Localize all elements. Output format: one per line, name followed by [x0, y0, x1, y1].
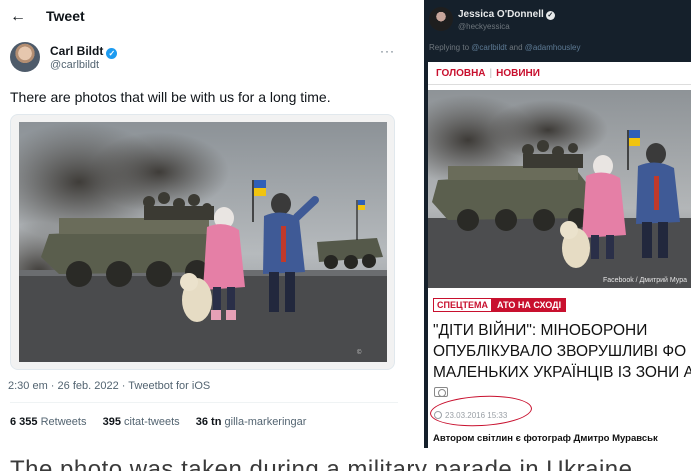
retweets-label: Retweets [40, 416, 87, 428]
replying-to: Replying to @carlbildt and @adamhousley [429, 43, 581, 52]
likes-count: 36 tn [195, 416, 222, 428]
author-name[interactable]: Carl Bildt [50, 44, 103, 58]
verified-badge-icon: ✓ [106, 48, 118, 59]
retweets-stat[interactable]: 6 355 Retweets [10, 416, 86, 428]
reply-author-name[interactable]: Jessica O'Donnell [458, 9, 544, 20]
tweet-date[interactable]: 26 feb. 2022 [58, 380, 119, 392]
red-circle-annotation [429, 393, 533, 429]
reply-author-handle[interactable]: @heckyessica [458, 22, 510, 31]
tweet-meta: 2:30 em · 26 feb. 2022 · Tweetbot for iO… [8, 380, 211, 392]
article-photo-image [428, 90, 691, 288]
camera-icon [434, 387, 448, 397]
tweet-text: There are photos that will be with us fo… [10, 89, 331, 105]
nav-news[interactable]: НОВИНИ [492, 68, 544, 79]
author-name-row[interactable]: Carl Bildt ✓ [50, 44, 118, 59]
reply-avatar[interactable] [429, 7, 453, 31]
header-title: Tweet [46, 8, 85, 24]
article-headline[interactable]: "ДІТИ ВІЙНИ": МІНОБОРОНИ ОПУБЛІКУВАЛО ЗВ… [433, 320, 691, 383]
svg-text:©: © [357, 349, 362, 356]
more-options-icon[interactable]: ··· [380, 44, 395, 58]
tweet-panel: ← Tweet Carl Bildt ✓ @carlbildt ··· There… [0, 0, 410, 448]
bottom-caption-text: The photo was taken during a military pa… [10, 456, 633, 471]
tweet-photo[interactable]: © [10, 114, 395, 370]
quotes-count: 395 [102, 416, 121, 428]
article-screenshot[interactable]: ГОЛОВНА | НОВИНИ Facebook / Дмитрий Мура… [428, 62, 691, 448]
nav-divider [428, 84, 691, 85]
likes-stat[interactable]: 36 tn gilla-markeringar [196, 416, 307, 428]
tag-special-topic[interactable]: СПЕЦТЕМА [433, 298, 493, 312]
verified-badge-icon: ✓ [545, 11, 555, 20]
author-handle[interactable]: @carlbildt [50, 59, 99, 71]
tweet-time[interactable]: 2:30 em [8, 380, 48, 392]
tweet-header: ← Tweet [0, 0, 410, 34]
tweet-photo-image: © [19, 122, 387, 362]
tag-ato[interactable]: АТО НА СХОДІ [492, 298, 567, 312]
headline-line: МАЛЕНЬКИХ УКРАЇНЦІВ ІЗ ЗОНИ А [433, 364, 691, 381]
mention-link[interactable]: @carlbildt [471, 43, 507, 52]
reply-author-row[interactable]: Jessica O'Donnell ✓ [458, 9, 555, 20]
mention-link[interactable]: @adamhousley [525, 43, 581, 52]
nav-home[interactable]: ГОЛОВНА [432, 68, 490, 79]
bottom-caption: The photo was taken during a military pa… [0, 449, 691, 471]
photo-credit: Facebook / Дмитрий Мура [602, 277, 687, 284]
article-author-line: Автором світлин є фотограф Дмитро Муравс… [433, 433, 658, 444]
likes-label: gilla-markeringar [224, 416, 307, 428]
quotes-label: citat-tweets [124, 416, 180, 428]
article-nav: ГОЛОВНА | НОВИНИ [432, 68, 544, 79]
quotes-stat[interactable]: 395 citat-tweets [103, 416, 180, 428]
tweet-stats: 6 355 Retweets 395 citat-tweets 36 tn gi… [10, 416, 306, 428]
headline-line: ОПУБЛІКУВАЛО ЗВОРУШЛИВІ ФО [433, 343, 687, 360]
replying-to-and: and [509, 43, 523, 52]
headline-line: "ДІТИ ВІЙНИ": МІНОБОРОНИ [433, 322, 648, 339]
article-photo: Facebook / Дмитрий Мура [428, 90, 691, 288]
retweets-count: 6 355 [10, 416, 38, 428]
reply-panel: Jessica O'Donnell ✓ @heckyessica Replying… [424, 0, 691, 448]
divider [10, 402, 398, 403]
back-arrow-icon[interactable]: ← [10, 8, 26, 26]
replying-to-prefix: Replying to [429, 43, 470, 52]
tweet-source[interactable]: Tweetbot for iOS [128, 380, 210, 392]
article-tags: СПЕЦТЕМА АТО НА СХОДІ [433, 298, 567, 312]
avatar[interactable] [10, 42, 40, 72]
